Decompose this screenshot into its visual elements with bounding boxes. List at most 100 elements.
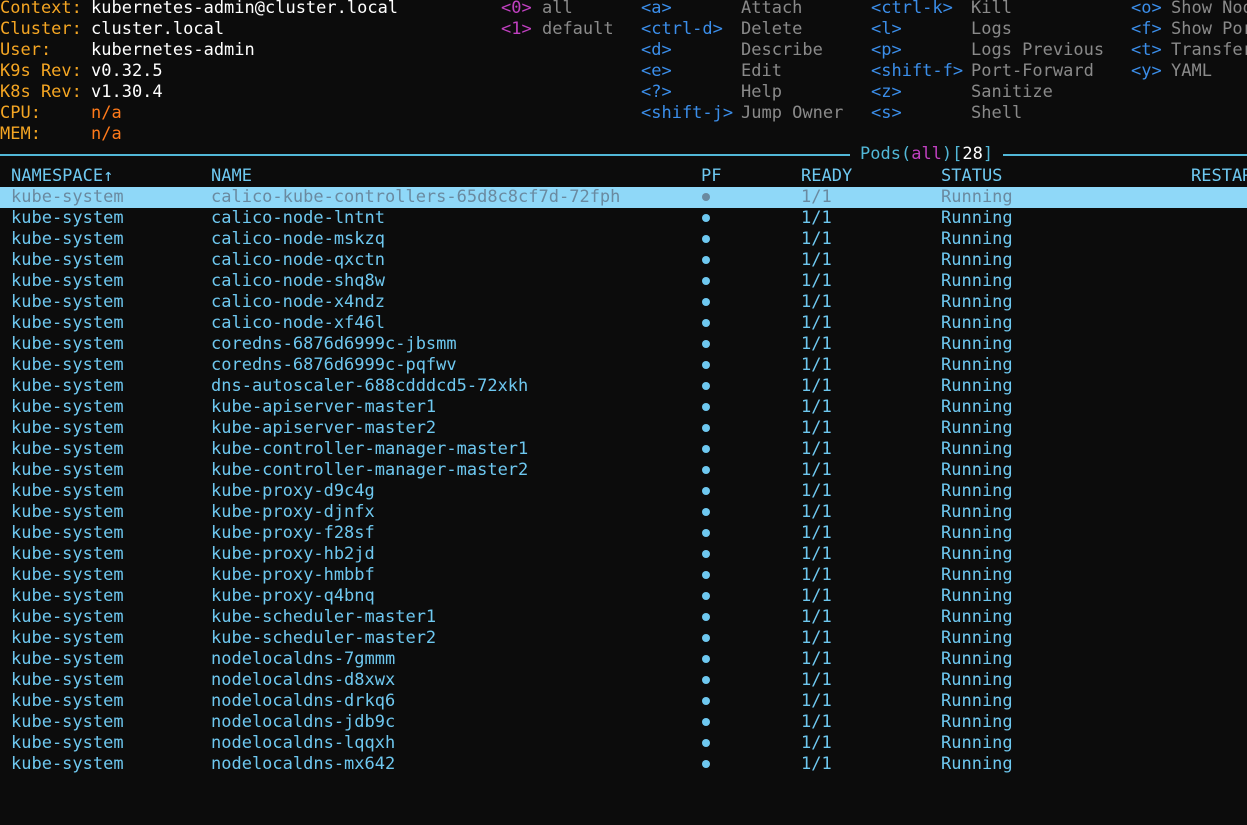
cell-status: Running [941,250,1013,270]
column-header-pf[interactable]: PF [701,166,721,187]
table-row[interactable]: kube-system nodelocaldns-mx642 1/1 Running [0,754,1247,775]
table-row[interactable]: kube-system kube-apiserver-master1 1/1 Runn… [0,397,1247,418]
cell-name: coredns-6876d6999c-jbsmm [211,334,457,354]
table-row[interactable]: kube-system kube-controller-manager-maste… [0,439,1247,460]
cell-name: kube-proxy-f28sf [211,523,375,543]
table-header: NAMESPACE↑ NAME PF READY STATUS RESTARTS [0,166,1247,187]
cell-namespace: kube-system [11,376,124,396]
cell-status: Running [941,628,1013,648]
cell-ready: 1/1 [801,250,832,270]
hotkey-logs[interactable]: <l> Logs [871,19,1012,40]
cell-namespace: kube-system [11,271,124,291]
port-forward-dot-icon [702,340,710,348]
port-forward-dot-icon [702,403,710,411]
table-row[interactable]: kube-system calico-node-lntnt 1/1 Running [0,208,1247,229]
column-header-name[interactable]: NAME [211,166,252,187]
cell-name: kube-scheduler-master1 [211,607,437,627]
table-row[interactable]: kube-system kube-scheduler-master1 1/1 Runn… [0,607,1247,628]
table-row[interactable]: kube-system calico-node-x4ndz 1/1 Running [0,292,1247,313]
cell-status: Running [941,418,1013,438]
table-row[interactable]: kube-system coredns-6876d6999c-jbsmm 1/1 Ru… [0,334,1247,355]
namespace-shortcut-all[interactable]: <0> all [501,0,573,19]
hotkey-port-forward[interactable]: <shift-f> Port-Forward [871,61,1094,82]
info-context: Context: kubernetes-admin@cluster.local [0,0,399,18]
table-row[interactable]: kube-system nodelocaldns-jdb9c 1/1 Running [0,712,1247,733]
hotkey-shell[interactable]: <s> Shell [871,103,1022,124]
port-forward-dot-icon [702,361,710,369]
table-row[interactable]: kube-system kube-apiserver-master2 1/1 Runn… [0,418,1247,439]
hotkey-kill[interactable]: <ctrl-k> Kill [871,0,1012,19]
hotkey-show-node[interactable]: <o>Show Node [1131,0,1247,19]
table-row[interactable]: kube-system kube-proxy-f28sf 1/1 Running [0,523,1247,544]
table-row[interactable]: kube-system kube-proxy-hmbbf 1/1 Running [0,565,1247,586]
info-cluster: Cluster: cluster.local [0,19,225,39]
table-row[interactable]: kube-system kube-scheduler-master2 1/1 Runn… [0,628,1247,649]
table-row[interactable]: kube-system calico-kube-controllers-65d8c… [0,187,1247,208]
cell-namespace: kube-system [11,523,124,543]
table-row[interactable]: kube-system kube-proxy-q4bnq 1/1 Running [0,586,1247,607]
hotkey-show-portforward[interactable]: <f>Show PortForward [1131,19,1247,40]
cell-namespace: kube-system [11,565,124,585]
table-row[interactable]: kube-system calico-node-mskzq 1/1 Running [0,229,1247,250]
cell-name: kube-scheduler-master2 [211,628,437,648]
cell-status: Running [941,439,1013,459]
cell-name: calico-node-lntnt [211,208,385,228]
port-forward-dot-icon [702,760,710,768]
cell-namespace: kube-system [11,502,124,522]
cell-namespace: kube-system [11,292,124,312]
cell-namespace: kube-system [11,397,124,417]
port-forward-dot-icon [702,277,710,285]
hotkey-attach[interactable]: <a> Attach [641,0,802,19]
table-row[interactable]: kube-system nodelocaldns-drkq6 1/1 Running [0,691,1247,712]
table-row[interactable]: kube-system coredns-6876d6999c-pqfwv 1/1 Ru… [0,355,1247,376]
table-row[interactable]: kube-system dns-autoscaler-688cdddcd5-72x… [0,376,1247,397]
table-row[interactable]: kube-system kube-proxy-d9c4g 1/1 Running [0,481,1247,502]
cell-name: kube-apiserver-master2 [211,418,437,438]
namespace-shortcut-default[interactable]: <1> default [501,19,614,40]
cell-status: Running [941,355,1013,375]
cell-namespace: kube-system [11,250,124,270]
table-row[interactable]: kube-system calico-node-qxctn 1/1 Running [0,250,1247,271]
table-top-border [0,154,1247,156]
port-forward-dot-icon [702,676,710,684]
cell-name: kube-proxy-hb2jd [211,544,375,564]
column-header-namespace[interactable]: NAMESPACE↑ [11,166,113,187]
table-row[interactable]: kube-system nodelocaldns-d8xwx 1/1 Running [0,670,1247,691]
table-row[interactable]: kube-system calico-node-shq8w 1/1 Running [0,271,1247,292]
hotkey-jump-owner[interactable]: <shift-j> Jump Owner [641,103,843,124]
hotkey-sanitize[interactable]: <z> Sanitize [871,82,1053,103]
table-row[interactable]: kube-system kube-proxy-djnfx 1/1 Running [0,502,1247,523]
table-row[interactable]: kube-system calico-node-xf46l 1/1 Running [0,313,1247,334]
cell-namespace: kube-system [11,544,124,564]
table-row[interactable]: kube-system kube-proxy-hb2jd 1/1 Running [0,544,1247,565]
table-row[interactable]: kube-system kube-controller-manager-maste… [0,460,1247,481]
cell-ready: 1/1 [801,187,832,207]
cell-namespace: kube-system [11,628,124,648]
hotkey-logs-previous[interactable]: <p> Logs Previous [871,40,1104,61]
table-row[interactable]: kube-system nodelocaldns-lqqxh 1/1 Running [0,733,1247,754]
cell-ready: 1/1 [801,523,832,543]
cell-ready: 1/1 [801,376,832,396]
table-row[interactable]: kube-system nodelocaldns-7gmmm 1/1 Running [0,649,1247,670]
cell-name: kube-apiserver-master1 [211,397,437,417]
cell-namespace: kube-system [11,607,124,627]
cell-name: kube-proxy-d9c4g [211,481,375,501]
hotkey-delete[interactable]: <ctrl-d> Delete [641,19,802,40]
port-forward-dot-icon [702,466,710,474]
hotkey-transfer[interactable]: <t> Transfer [1131,40,1247,61]
hotkey-help[interactable]: <?> Help [641,82,782,103]
column-header-ready[interactable]: READY [801,166,852,187]
hotkey-describe[interactable]: <d> Describe [641,40,823,61]
column-header-restarts[interactable]: RESTARTS [1191,166,1247,187]
cell-ready: 1/1 [801,397,832,417]
cell-namespace: kube-system [11,670,124,690]
cell-name: kube-controller-manager-master1 [211,439,529,459]
port-forward-dot-icon [702,298,710,306]
hotkey-yaml[interactable]: <y> YAML [1131,61,1212,82]
column-header-status[interactable]: STATUS [941,166,1002,187]
cell-status: Running [941,607,1013,627]
cell-ready: 1/1 [801,334,832,354]
port-forward-dot-icon [702,235,710,243]
hotkey-edit[interactable]: <e> Edit [641,61,782,82]
cell-status: Running [941,649,1013,669]
